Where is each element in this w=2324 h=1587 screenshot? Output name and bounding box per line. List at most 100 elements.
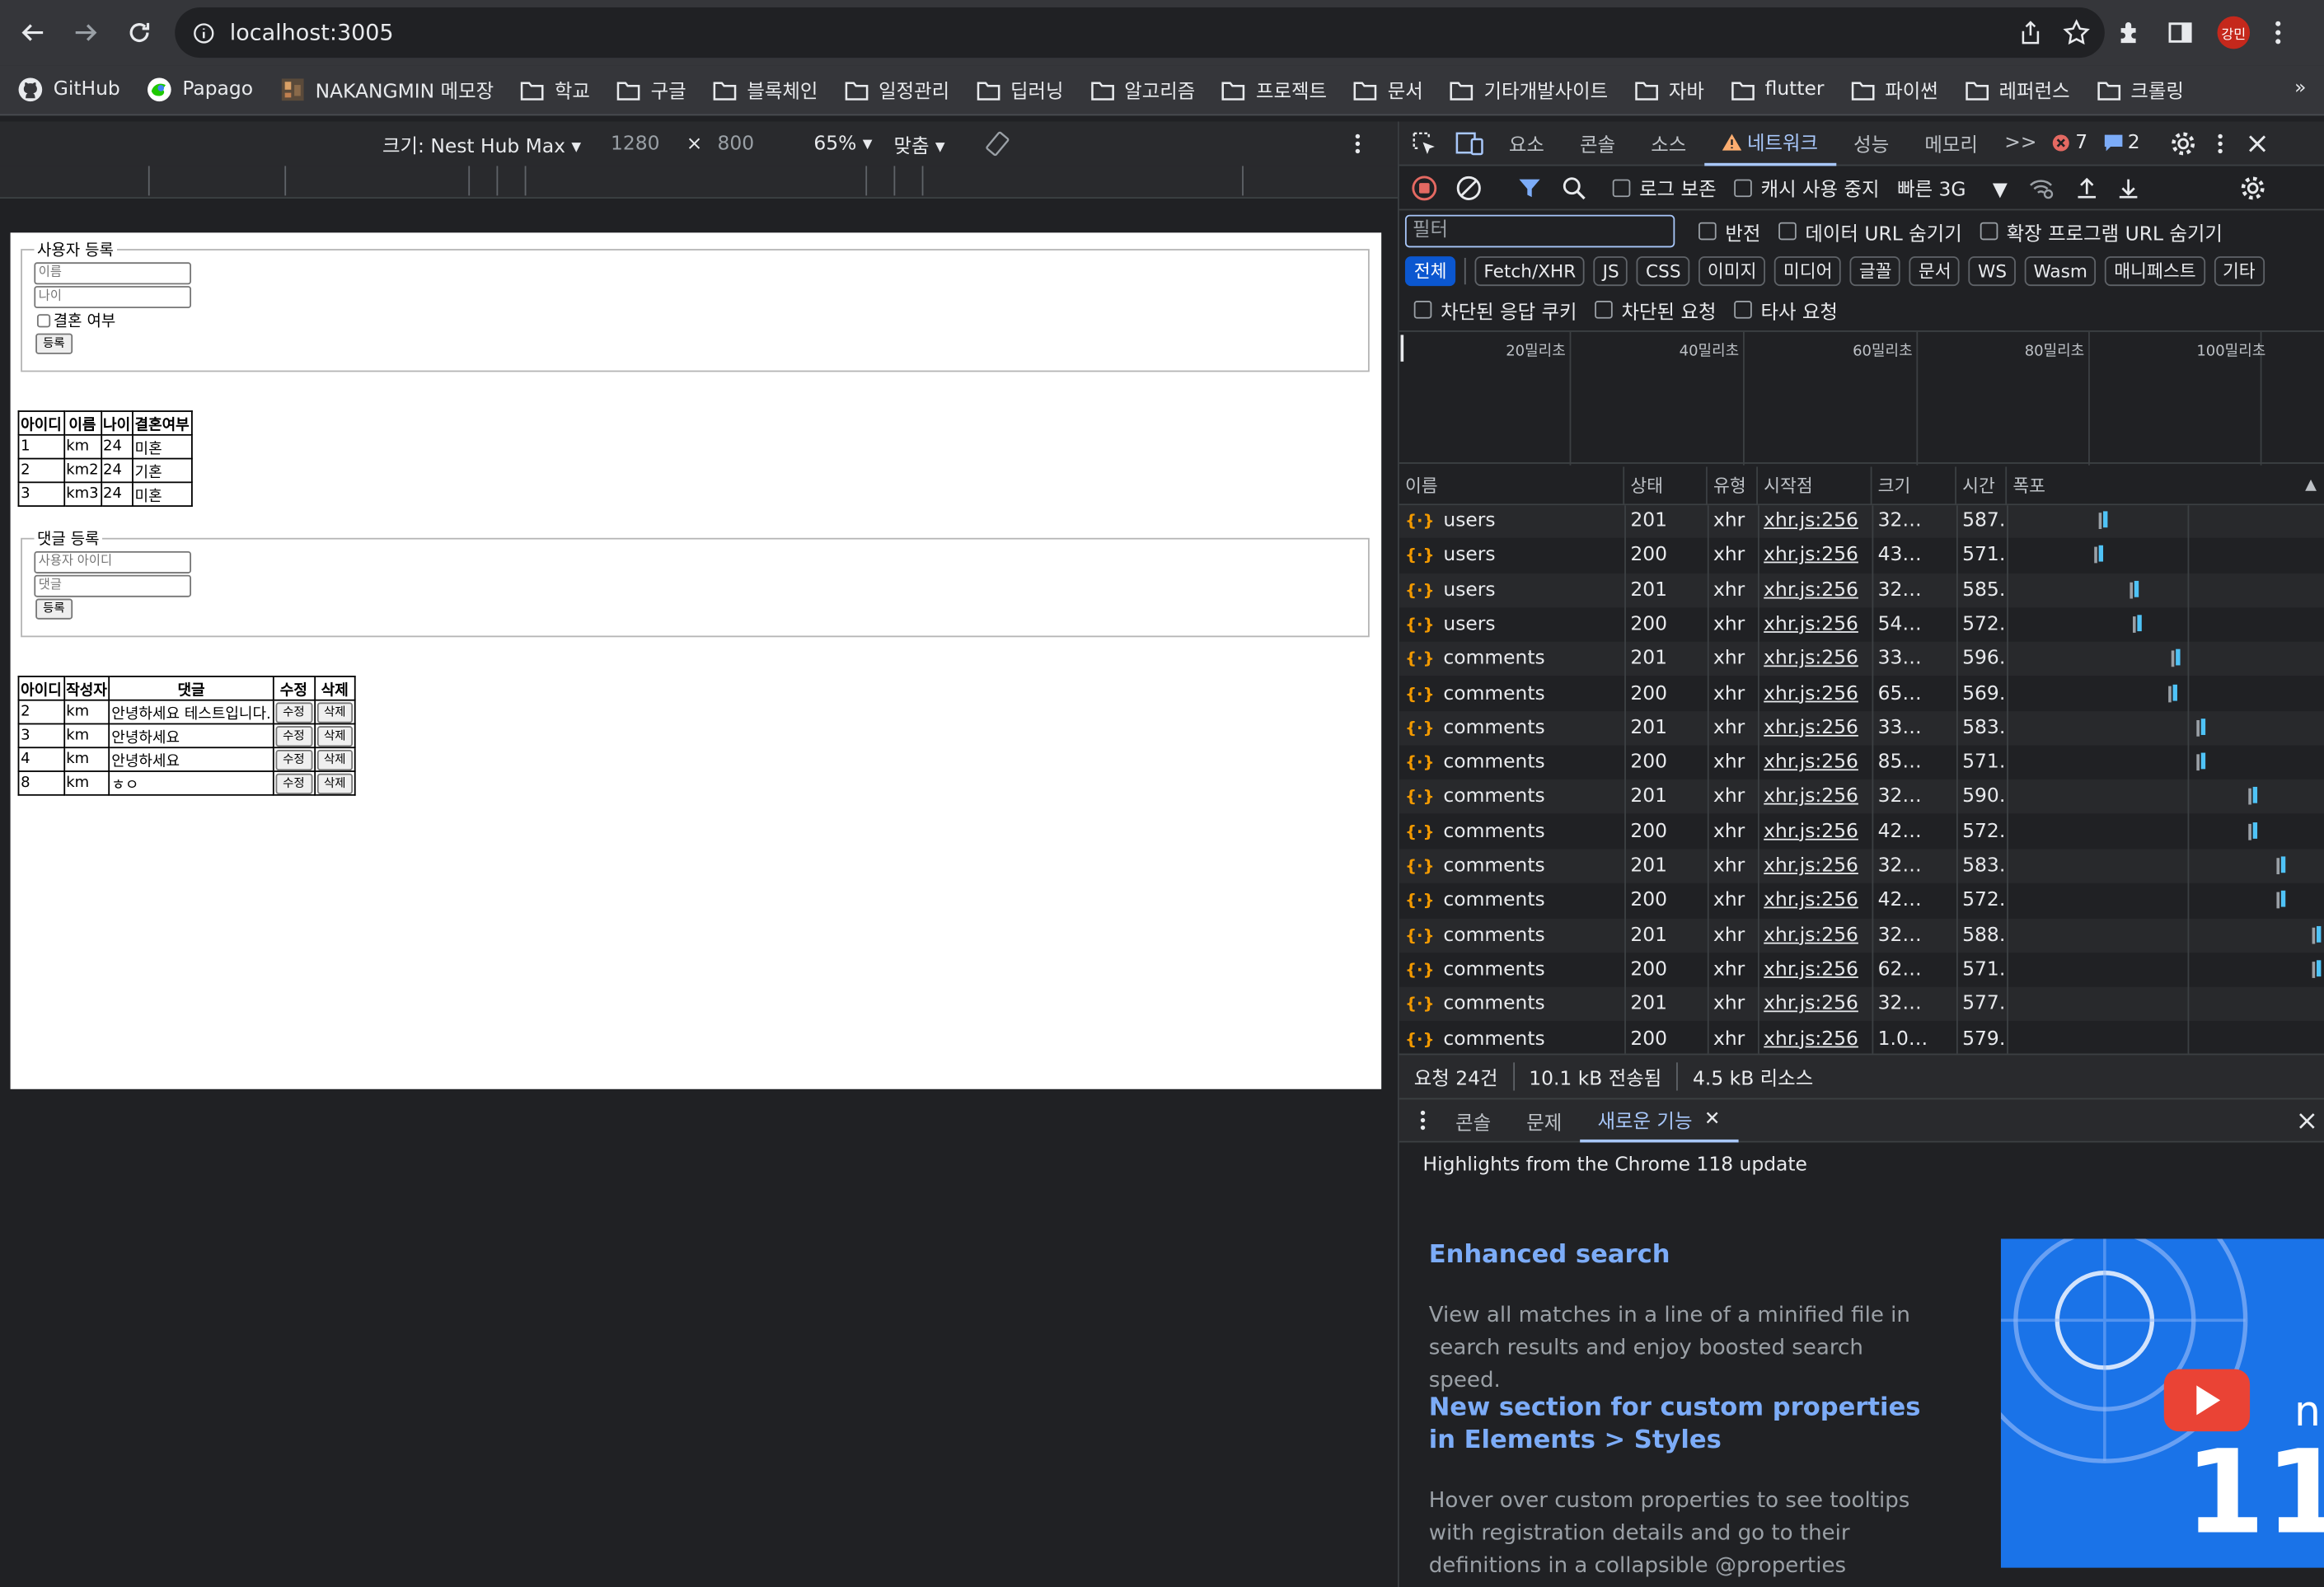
network-request-row[interactable]: {·}comments200xhrxhr.js:25662…571… (1399, 953, 2324, 986)
column-header-3[interactable]: 시작점 (1758, 466, 1872, 506)
comment-submit-button[interactable]: 등록 (35, 598, 73, 620)
bookmark-2[interactable]: NAKANGMIN 메모장 (279, 76, 494, 104)
initiator-link[interactable]: xhr.js:256 (1758, 505, 1872, 538)
bookmark-11[interactable]: 기타개발사이트 (1450, 76, 1608, 104)
preserve-log-checkbox[interactable]: 로그 보존 (1612, 173, 1717, 202)
network-request-row[interactable]: {·}comments200xhrxhr.js:25642…572… (1399, 883, 2324, 917)
reload-button[interactable] (113, 0, 166, 65)
comment-input[interactable]: 댓글 (34, 574, 192, 597)
close-drawer-icon[interactable] (2298, 1112, 2317, 1131)
initiator-link[interactable]: xhr.js:256 (1758, 746, 1872, 779)
bookmark-3[interactable]: 학교 (520, 76, 590, 104)
bookmark-6[interactable]: 일정관리 (845, 76, 949, 104)
devtools-tab-2[interactable]: 소스 (1633, 121, 1704, 166)
type-filter-5[interactable]: 미디어 (1774, 256, 1842, 287)
error-count[interactable]: 7 (2051, 132, 2087, 154)
type-filter-0[interactable]: 전체 (1404, 256, 1456, 287)
name-input[interactable]: 이름 (34, 262, 192, 285)
type-filter-6[interactable]: 글꼴 (1850, 256, 1901, 287)
network-request-row[interactable]: {·}comments201xhrxhr.js:25633…596… (1399, 642, 2324, 676)
address-bar[interactable]: localhost:3005 (175, 7, 2105, 59)
devtools-menu-icon[interactable] (2217, 131, 2223, 155)
bookmark-13[interactable]: flutter (1731, 78, 1825, 101)
network-request-row[interactable]: {·}users201xhrxhr.js:25632…587… (1399, 505, 2324, 538)
initiator-link[interactable]: xhr.js:256 (1758, 849, 1872, 882)
network-request-row[interactable]: {·}comments201xhrxhr.js:25633…583… (1399, 710, 2324, 746)
export-har-icon[interactable] (2117, 176, 2141, 199)
column-header-4[interactable]: 크기 (1872, 466, 1956, 506)
type-filter-11[interactable]: 기타 (2214, 256, 2265, 287)
network-request-row[interactable]: {·}comments200xhrxhr.js:25685…571… (1399, 746, 2324, 779)
back-button[interactable] (6, 0, 59, 65)
inspect-icon[interactable] (1411, 129, 1437, 156)
bookmark-5[interactable]: 블록체인 (713, 76, 818, 104)
type-filter-9[interactable]: Wasm (2024, 256, 2097, 287)
network-conditions-icon[interactable] (2028, 176, 2055, 199)
user-submit-button[interactable]: 등록 (35, 333, 73, 354)
bookmark-14[interactable]: 파이썬 (1851, 76, 1938, 104)
drawer-menu-icon[interactable] (1420, 1108, 1426, 1132)
type-filter-4[interactable]: 이미지 (1698, 256, 1766, 287)
blocked-requests-checkbox[interactable]: 차단된 요청 (1595, 296, 1717, 324)
network-settings-icon[interactable] (2240, 174, 2266, 200)
devtools-tab-3[interactable]: 네트워크 (1703, 121, 1836, 166)
extensions-icon[interactable] (2116, 19, 2143, 45)
bookmark-9[interactable]: 프로젝트 (1222, 76, 1327, 104)
clear-icon[interactable] (1455, 174, 1482, 200)
initiator-link[interactable]: xhr.js:256 (1758, 815, 1872, 849)
network-request-row[interactable]: {·}comments201xhrxhr.js:25632…583… (1399, 849, 2324, 883)
devtools-tab-5[interactable]: 메모리 (1907, 121, 1996, 166)
initiator-link[interactable]: xhr.js:256 (1758, 538, 1872, 572)
bookmarks-more-button[interactable]: » (2294, 77, 2306, 100)
media-query-ruler[interactable] (0, 166, 1398, 199)
drawer-tab-1[interactable]: 문제 (1509, 1098, 1580, 1143)
search-icon[interactable] (1563, 176, 1586, 199)
married-checkbox[interactable] (36, 314, 51, 328)
record-icon[interactable] (1411, 174, 1437, 200)
column-header-5[interactable]: 시간 (1956, 466, 2008, 506)
import-har-icon[interactable] (2076, 176, 2100, 199)
edit-button[interactable]: 수정 (275, 749, 312, 770)
network-request-row[interactable]: {·}users200xhrxhr.js:25654…572… (1399, 607, 2324, 641)
drawer-tab-0[interactable]: 콘솔 (1438, 1098, 1509, 1143)
network-request-row[interactable]: {·}comments200xhrxhr.js:25665…569… (1399, 676, 2324, 710)
invert-checkbox[interactable]: 반전 (1698, 217, 1760, 246)
network-request-row[interactable]: {·}comments201xhrxhr.js:25632…590… (1399, 779, 2324, 814)
message-count[interactable]: 2 (2102, 132, 2140, 154)
initiator-link[interactable]: xhr.js:256 (1758, 676, 1872, 710)
share-icon[interactable] (2019, 21, 2043, 44)
zoom-select[interactable]: 65% ▾ (813, 133, 872, 155)
devtools-tab-4[interactable]: 성능 (1836, 121, 1907, 166)
disable-cache-checkbox[interactable]: 캐시 사용 중지 (1734, 173, 1879, 202)
device-menu-icon[interactable] (1355, 132, 1361, 156)
more-tabs-button[interactable]: >> (1995, 121, 2045, 166)
initiator-link[interactable]: xhr.js:256 (1758, 1022, 1872, 1054)
chrome-118-video-thumbnail[interactable]: n 118 (2000, 1238, 2324, 1568)
third-party-checkbox[interactable]: 타사 요청 (1734, 296, 1838, 324)
drawer-tab-2[interactable]: 새로운 기능 ✕ (1579, 1098, 1739, 1143)
bookmark-7[interactable]: 딥러닝 (977, 76, 1063, 104)
filter-icon[interactable] (1518, 176, 1542, 199)
device-select[interactable]: 크기: Nest Hub Max ▾ (382, 129, 581, 158)
type-filter-2[interactable]: JS (1593, 256, 1628, 287)
initiator-link[interactable]: xhr.js:256 (1758, 642, 1872, 676)
userid-input[interactable]: 사용자 아이디 (34, 550, 192, 573)
type-filter-7[interactable]: 문서 (1909, 256, 1961, 287)
feature-title-2[interactable]: New section for custom properties in Ele… (1429, 1392, 1925, 1457)
sort-asc-icon[interactable]: ▲ (2305, 466, 2317, 505)
initiator-link[interactable]: xhr.js:256 (1758, 883, 1872, 917)
fit-select[interactable]: 맞춤 ▾ (893, 129, 944, 158)
delete-button[interactable]: 삭제 (316, 725, 354, 747)
hide-data-url-checkbox[interactable]: 데이터 URL 숨기기 (1778, 217, 1962, 246)
throttle-select[interactable]: 빠른 3G ▼ (1897, 173, 2008, 202)
initiator-link[interactable]: xhr.js:256 (1758, 711, 1872, 745)
network-request-row[interactable]: {·}users200xhrxhr.js:25643…571… (1399, 538, 2324, 572)
rotate-icon[interactable] (984, 130, 1010, 157)
delete-button[interactable]: 삭제 (316, 749, 354, 770)
devtools-tab-1[interactable]: 콘솔 (1562, 121, 1633, 166)
close-devtools-icon[interactable] (2247, 133, 2267, 153)
initiator-link[interactable]: xhr.js:256 (1758, 607, 1872, 641)
bookmark-12[interactable]: 자바 (1635, 76, 1704, 104)
column-header-0[interactable]: 이름 (1399, 466, 1625, 506)
filter-input[interactable]: 필터 (1404, 214, 1675, 248)
